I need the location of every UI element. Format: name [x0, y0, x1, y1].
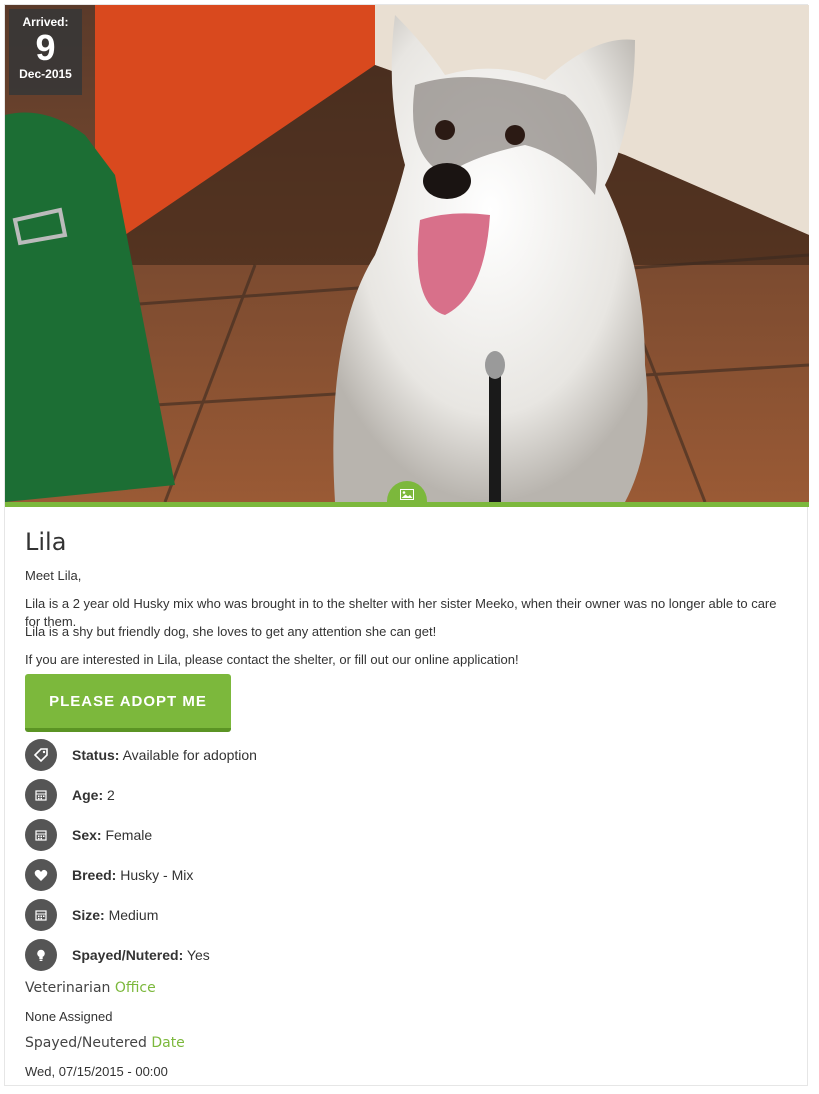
size-label: Size: [72, 907, 105, 923]
calendar-icon [25, 899, 57, 931]
sex-label: Sex: [72, 827, 102, 843]
description-personality: Lila is a shy but friendly dog, she love… [25, 624, 437, 639]
vet-office-heading: Veterinarian Office [25, 980, 156, 996]
attribute-status: Status: Available for adoption [25, 739, 257, 771]
tag-icon [25, 739, 57, 771]
pet-photo[interactable]: Arrived: 9 Dec-2015 [5, 5, 809, 502]
calendar-icon [25, 819, 57, 851]
spayed-value: Yes [183, 947, 210, 963]
vet-office-value: None Assigned [25, 1009, 113, 1024]
breed-value: Husky - Mix [116, 867, 194, 883]
status-value: Available for adoption [119, 747, 257, 763]
attribute-breed: Breed: Husky - Mix [25, 859, 193, 891]
sex-value: Female [101, 827, 153, 843]
attribute-sex: Sex: Female [25, 819, 152, 851]
dog-photo-illustration [5, 5, 809, 502]
spay-date-heading: Spayed/Neutered Date [25, 1035, 185, 1051]
spay-date-value: Wed, 07/15/2015 - 00:00 [25, 1064, 168, 1079]
image-icon [400, 488, 414, 500]
spay-date-heading-main: Spayed/Neutered [25, 1035, 147, 1051]
spay-date-heading-accent: Date [151, 1035, 185, 1051]
status-label: Status: [72, 747, 120, 763]
vet-office-heading-main: Veterinarian [25, 980, 111, 996]
size-value: Medium [104, 907, 159, 923]
description-call-to-action: If you are interested in Lila, please co… [25, 652, 519, 667]
description-greeting: Meet Lila, [25, 568, 82, 583]
breed-label: Breed: [72, 867, 117, 883]
pet-details: Lila Meet Lila, Lila is a 2 year old Hus… [25, 525, 795, 1079]
spayed-label: Spayed/Nutered: [72, 947, 184, 963]
age-value: 2 [103, 787, 115, 803]
attribute-size: Size: Medium [25, 899, 158, 931]
calendar-icon [25, 779, 57, 811]
arrived-date-badge: Arrived: 9 Dec-2015 [9, 9, 82, 95]
lightbulb-icon [25, 939, 57, 971]
adopt-button[interactable]: PLEASE ADOPT ME [25, 674, 231, 732]
pet-card: Arrived: 9 Dec-2015 Lila Meet Lila, Lila… [4, 4, 809, 1086]
pet-name: Lila [25, 528, 67, 556]
age-label: Age: [72, 787, 104, 803]
heart-icon [25, 859, 57, 891]
arrived-day: 9 [35, 27, 56, 68]
attribute-spayed: Spayed/Nutered: Yes [25, 939, 210, 971]
attribute-age: Age: 2 [25, 779, 115, 811]
vet-office-heading-accent: Office [114, 980, 156, 996]
arrived-month-year: Dec-2015 [19, 67, 72, 81]
